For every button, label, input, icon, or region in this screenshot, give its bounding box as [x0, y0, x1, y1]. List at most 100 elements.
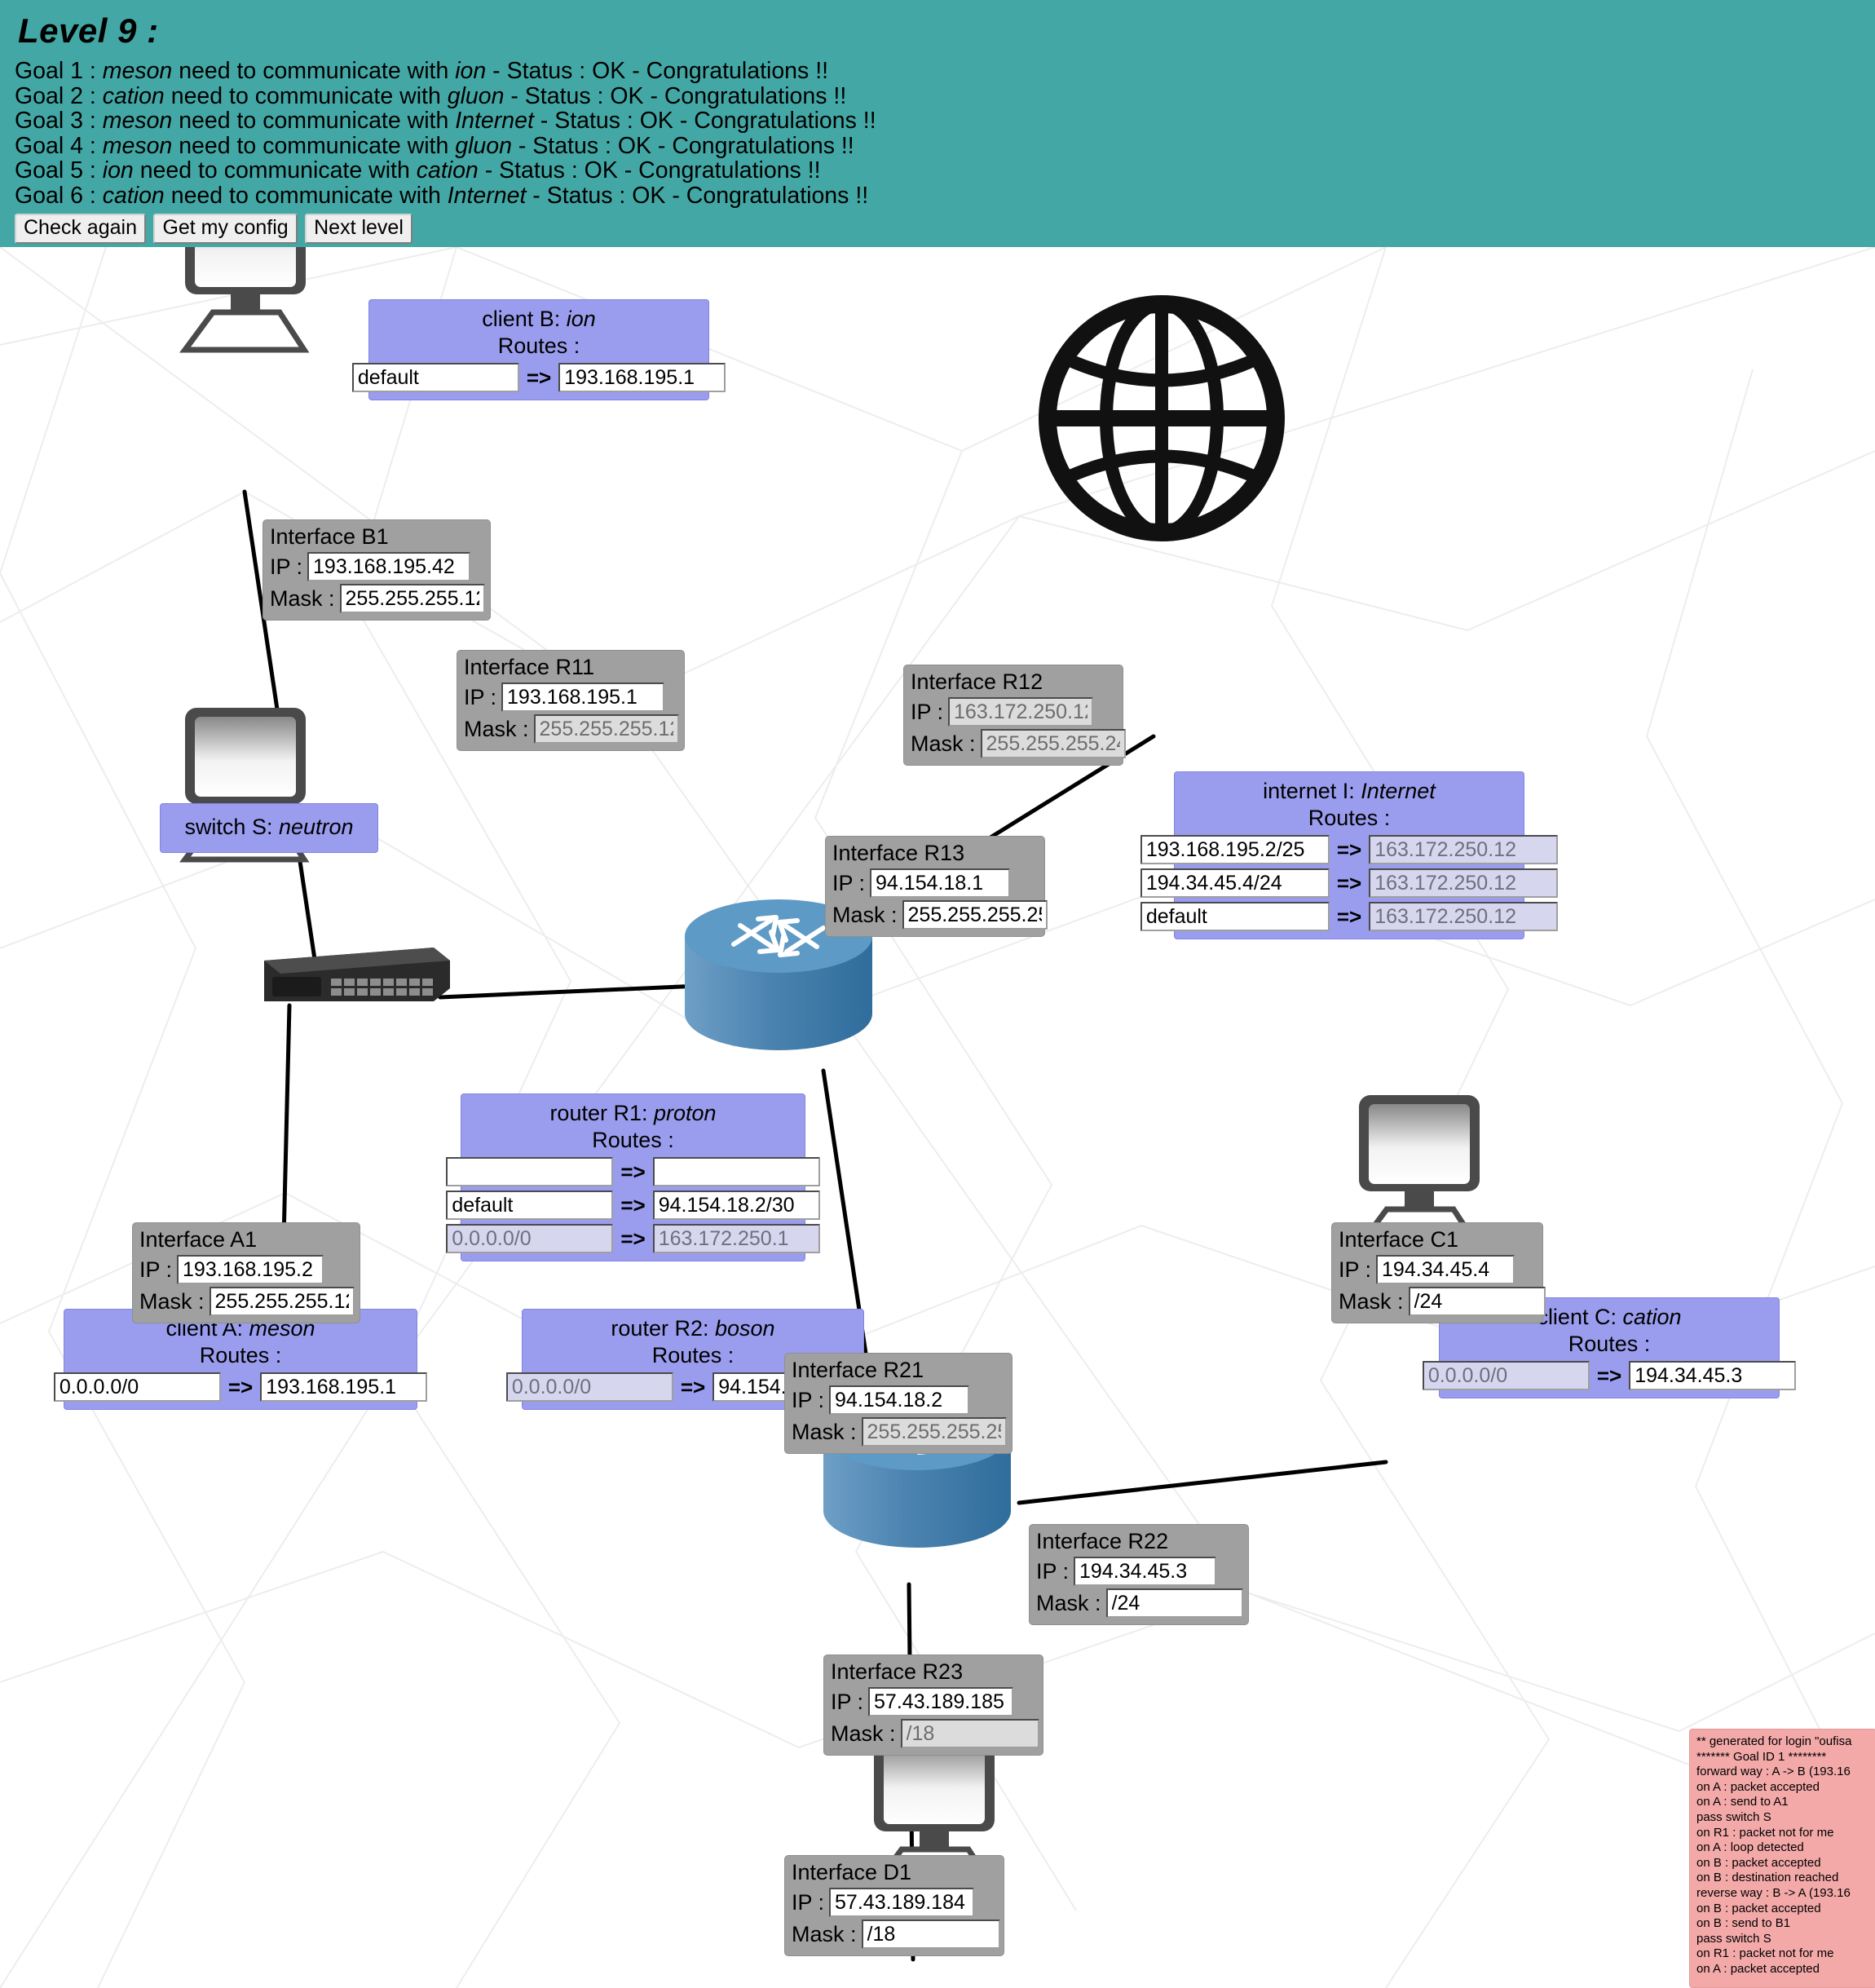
interface-r21-title: Interface R21 [792, 1358, 924, 1382]
arrow-icon: => [1596, 1363, 1622, 1388]
interface-r22-ip[interactable] [1074, 1557, 1217, 1586]
interface-a1-ip[interactable] [177, 1255, 324, 1284]
node-panel-router-r1: router R1: proton Routes : => => => [446, 1093, 820, 1261]
goal-3-dest: Internet [455, 108, 534, 134]
mask-label: Mask : [832, 902, 898, 927]
router-r1-route-0-dest[interactable] [446, 1157, 614, 1186]
get-my-config-button[interactable]: Get my config [153, 214, 298, 244]
interface-a1-ip-row: IP : [139, 1255, 353, 1284]
interface-a1-title: Interface A1 [139, 1227, 258, 1252]
mask-label: Mask : [139, 1288, 205, 1314]
client-c-route-row-0: => [1422, 1361, 1797, 1390]
interface-box-a1: Interface A1 IP : Mask : [132, 1222, 360, 1323]
internet-route-1-gateway [1369, 868, 1559, 898]
client-b-routes-label: Routes : [497, 334, 580, 358]
debug-log-line: on A : send to A1 [1696, 1795, 1789, 1809]
debug-log-line: on A : packet accepted [1696, 1779, 1820, 1794]
interface-b1-mask-row: Mask : [270, 584, 485, 613]
interface-d1-ip-row: IP : [792, 1888, 997, 1917]
mask-label: Mask : [270, 585, 335, 611]
interface-d1-mask-row: Mask : [792, 1920, 1000, 1949]
client-a-route-0-gateway[interactable] [260, 1372, 428, 1402]
interface-c1-ip[interactable] [1376, 1255, 1515, 1284]
interface-d1-ip[interactable] [829, 1888, 975, 1917]
goal-line-3: Goal 3 : meson need to communicate with … [15, 108, 1875, 134]
interface-r22-mask[interactable] [1105, 1588, 1243, 1618]
arrow-icon: => [1336, 837, 1362, 862]
debug-log-line: ******* Goal ID 1 ******** [1696, 1749, 1827, 1764]
node-panel-client-a: client A: meson Routes : => [53, 1309, 428, 1410]
interface-r13-ip[interactable] [870, 868, 1011, 898]
ip-label: IP : [832, 870, 866, 895]
goal-6-id: Goal 6 : [15, 182, 103, 209]
interface-r12-title: Interface R12 [911, 669, 1043, 694]
mask-label: Mask : [792, 1419, 857, 1444]
arrow-icon: => [620, 1159, 646, 1184]
goal-4-id: Goal 4 : [15, 132, 103, 159]
mask-label: Mask : [831, 1721, 896, 1746]
interface-r12-ip [948, 697, 1094, 727]
client-a-route-0-dest[interactable] [53, 1372, 221, 1402]
internet-route-0-dest[interactable] [1140, 835, 1330, 864]
node-panel-internet: internet I: Internet Routes : => => => [1140, 771, 1559, 939]
client-b-title-prefix: client B: [482, 307, 567, 331]
ip-label: IP : [831, 1689, 864, 1714]
debug-log-panel[interactable]: ** generated for login "oufisa ******* G… [1689, 1729, 1875, 1988]
arrow-icon: => [227, 1374, 254, 1399]
client-b-route-0-dest[interactable] [351, 363, 519, 392]
router-r1-route-1-dest[interactable] [446, 1191, 614, 1220]
internet-routes-label: Routes : [1308, 806, 1391, 830]
debug-log-line: reverse way : B -> A (193.16 [1696, 1885, 1851, 1900]
goal-5-source: ion [102, 157, 134, 183]
interface-r11-mask-row: Mask : [464, 714, 679, 744]
page-title: Level 9 : [18, 11, 159, 50]
router-r2-title-prefix: router R2: [611, 1316, 715, 1341]
level-header: Level 9 : Goal 1 : meson need to communi… [0, 0, 1875, 247]
interface-r21-mask-row: Mask : [792, 1417, 1007, 1447]
interface-r12-mask [980, 729, 1126, 758]
client-c-route-0-gateway[interactable] [1629, 1361, 1797, 1390]
client-c-route-0-dest [1422, 1361, 1590, 1390]
interface-r11-ip[interactable] [501, 683, 665, 712]
router-r1-title-name: proton [654, 1101, 717, 1125]
debug-log-line: pass switch S [1696, 1931, 1771, 1946]
internet-route-0-gateway [1369, 835, 1559, 864]
interface-b1-mask[interactable] [339, 584, 485, 613]
debug-log-line: on B : destination reached [1696, 1871, 1839, 1885]
interface-r23-ip[interactable] [868, 1687, 1014, 1716]
debug-log-line: forward way : A -> B (193.16 [1696, 1765, 1851, 1779]
router-r1-route-1-gateway[interactable] [652, 1191, 820, 1220]
client-c-routes-label: Routes : [1568, 1332, 1651, 1356]
interface-c1-mask[interactable] [1408, 1287, 1546, 1316]
goal-2-source: cation [102, 82, 165, 109]
router-r2-route-0-dest [505, 1372, 673, 1402]
interface-r22-ip-row: IP : [1036, 1557, 1242, 1586]
check-again-button[interactable]: Check again [15, 214, 146, 244]
interface-d1-mask[interactable] [861, 1920, 1000, 1949]
goal-line-6: Goal 6 : cation need to communicate with… [15, 183, 1875, 209]
interface-a1-mask[interactable] [209, 1287, 355, 1316]
interface-r21-ip[interactable] [829, 1385, 970, 1415]
goal-3-status: - Status : OK - Congratulations !! [533, 108, 876, 134]
interface-r13-mask[interactable] [902, 900, 1048, 930]
node-panel-switch-s: switch S: neutron [160, 803, 378, 853]
interface-r23-mask-row: Mask : [831, 1719, 1039, 1748]
node-panel-client-b: client B: ion Routes : => [351, 299, 726, 400]
internet-route-2-dest[interactable] [1140, 902, 1330, 931]
internet-route-1-dest[interactable] [1140, 868, 1330, 898]
router-r1-route-2-dest [446, 1224, 614, 1253]
interface-r11-ip-row: IP : [464, 683, 677, 712]
client-b-route-0-gateway[interactable] [558, 363, 726, 392]
goal-1-dest: ion [455, 58, 487, 84]
interface-r22-title: Interface R22 [1036, 1529, 1169, 1553]
ip-label: IP : [792, 1889, 825, 1915]
client-a-route-row-0: => [53, 1372, 428, 1402]
goal-5-mid: need to communicate with [133, 157, 417, 183]
router-r1-route-0-gateway[interactable] [652, 1157, 820, 1186]
interface-box-r21: Interface R21 IP : Mask : [784, 1353, 1012, 1454]
goal-5-id: Goal 5 : [15, 157, 103, 183]
interface-b1-ip[interactable] [307, 552, 471, 581]
goal-4-status: - Status : OK - Congratulations !! [511, 132, 854, 159]
next-level-button[interactable]: Next level [305, 214, 412, 244]
goal-5-status: - Status : OK - Congratulations !! [478, 157, 821, 183]
